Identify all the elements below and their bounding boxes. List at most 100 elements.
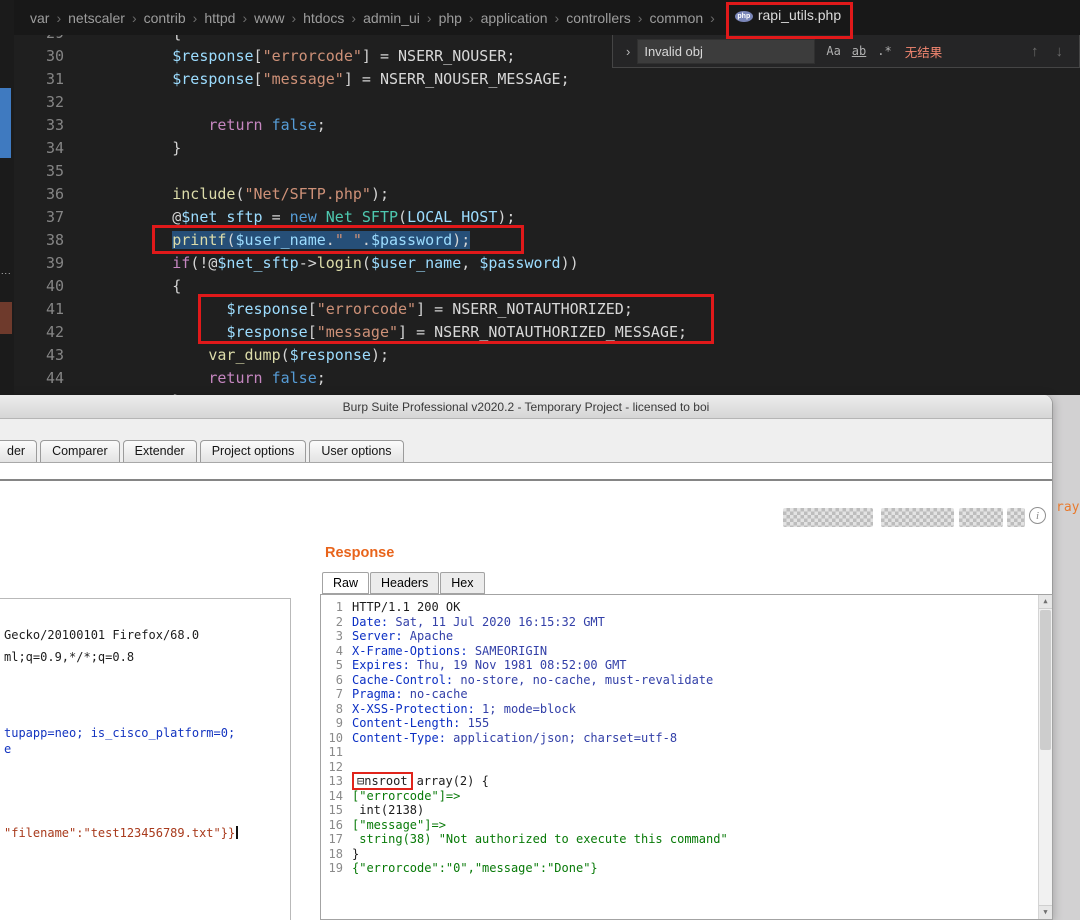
breadcrumb-item[interactable]: admin_ui [363, 10, 420, 26]
burp-tab-der[interactable]: der [0, 440, 37, 462]
find-result-count: 无结果 [905, 42, 943, 61]
find-input[interactable] [637, 39, 815, 64]
code-text: $response["message"] = NSERR_NOTAUTHORIZ… [100, 321, 687, 344]
scrollbar-thumb[interactable] [1040, 610, 1051, 750]
line-number: 34 [14, 137, 64, 160]
code-line[interactable]: 41 $response["errorcode"] = NSERR_NOTAUT… [14, 298, 1080, 321]
response-subtabs: RawHeadersHex [322, 571, 486, 594]
response-line-text: ["message"]=> [352, 818, 446, 833]
breadcrumb-item[interactable]: var [30, 10, 49, 26]
code-text: } [100, 390, 181, 395]
response-subtab-raw[interactable]: Raw [322, 572, 369, 594]
response-line-number: 17 [321, 832, 343, 847]
code-line[interactable]: 38 printf($user_name." ".$password); [14, 229, 1080, 252]
burp-tab-project-options[interactable]: Project options [200, 440, 307, 462]
breadcrumb-item[interactable]: application [481, 10, 548, 26]
response-line-text: } [352, 847, 359, 862]
code-line[interactable]: 43 var_dump($response); [14, 344, 1080, 367]
response-line-text: {"errorcode":"0","message":"Done"} [352, 861, 598, 876]
burp-title-bar[interactable]: Burp Suite Professional v2020.2 - Tempor… [0, 395, 1052, 419]
response-line: 13 ⊟nsrootarray(2) { [321, 774, 1052, 789]
code-line[interactable]: 40 { [14, 275, 1080, 298]
code-text: printf($user_name." ".$password); [100, 229, 470, 252]
burp-window: Burp Suite Professional v2020.2 - Tempor… [0, 395, 1053, 920]
request-editor[interactable]: Gecko/20100101 Firefox/68.0 ml;q=0.9,*/*… [0, 598, 291, 920]
burp-tab-extender[interactable]: Extender [123, 440, 197, 462]
response-subtab-hex[interactable]: Hex [440, 572, 484, 594]
breadcrumb-item[interactable]: htdocs [303, 10, 344, 26]
code-editor: 29 {30 $response["errorcode"] = NSERR_NO… [0, 0, 1080, 395]
response-line-number: 16 [321, 818, 343, 833]
code-line[interactable]: 42 $response["message"] = NSERR_NOTAUTHO… [14, 321, 1080, 344]
find-replace-toggle-icon[interactable]: › [619, 44, 637, 59]
response-line-text: Content-Type: application/json; charset=… [352, 731, 677, 746]
response-line-number: 1 [321, 600, 343, 615]
response-line-number: 2 [321, 615, 343, 630]
burp-title-text: Burp Suite Professional v2020.2 - Tempor… [343, 400, 710, 414]
code-line[interactable]: 37 @$net_sftp = new Net_SFTP(LOCAL_HOST)… [14, 206, 1080, 229]
response-line-text: Pragma: no-cache [352, 687, 468, 702]
background-text-fragment: ray [1056, 500, 1079, 515]
response-scrollbar[interactable]: ▲ ▼ [1038, 595, 1052, 919]
code-line[interactable]: 34 } [14, 137, 1080, 160]
response-line-number: 13 [321, 774, 343, 789]
response-line-text: Expires: Thu, 19 Nov 1981 08:52:00 GMT [352, 658, 627, 673]
burp-tab-comparer[interactable]: Comparer [40, 440, 120, 462]
overflow-dots-icon: ... [1, 266, 12, 276]
breadcrumb-file[interactable]: rapi_utils.php [758, 7, 841, 23]
code-line[interactable]: 35 [14, 160, 1080, 183]
response-line-text: string(38) "Not authorized to execute th… [352, 832, 728, 847]
response-line-text: Date: Sat, 11 Jul 2020 16:15:32 GMT [352, 615, 605, 630]
response-line-number: 9 [321, 716, 343, 731]
regex-icon[interactable]: .* [877, 44, 891, 58]
response-viewer[interactable]: 1HTTP/1.1 200 OK2 Date: Sat, 11 Jul 2020 … [320, 594, 1053, 920]
find-previous-icon[interactable]: ↑ [1031, 43, 1039, 60]
response-line-number: 12 [321, 760, 343, 775]
response-line-number: 11 [321, 745, 343, 760]
response-subtab-headers[interactable]: Headers [370, 572, 439, 594]
response-line: 1HTTP/1.1 200 OK [321, 600, 1052, 615]
code-line[interactable]: 31 $response["message"] = NSERR_NOUSER_M… [14, 68, 1080, 91]
response-line-number: 15 [321, 803, 343, 818]
scroll-up-icon[interactable]: ▲ [1039, 595, 1052, 609]
breadcrumb-separator-icon: › [56, 10, 61, 26]
response-line: 3Server: Apache [321, 629, 1052, 644]
burp-suite-region: Burp Suite Professional v2020.2 - Tempor… [0, 395, 1080, 920]
breadcrumb-item[interactable]: controllers [566, 10, 631, 26]
line-number: 35 [14, 160, 64, 183]
code-line[interactable]: 45 } [14, 390, 1080, 395]
breadcrumb-item[interactable]: php [439, 10, 462, 26]
response-lines: 1HTTP/1.1 200 OK2 Date: Sat, 11 Jul 2020 … [321, 600, 1052, 876]
response-line-text: ["errorcode"]=> [352, 789, 460, 804]
info-icon[interactable]: i [1029, 507, 1046, 524]
line-number: 33 [14, 114, 64, 137]
response-line-text: Content-Length: 155 [352, 716, 489, 731]
whole-word-icon[interactable]: ab [852, 44, 866, 58]
scroll-down-icon[interactable]: ▼ [1039, 905, 1052, 919]
code-line[interactable]: 44 return false; [14, 367, 1080, 390]
find-next-icon[interactable]: ↓ [1056, 43, 1064, 60]
code-line[interactable]: 36 include("Net/SFTP.php"); [14, 183, 1080, 206]
code-line[interactable]: 33 return false; [14, 114, 1080, 137]
breadcrumb-separator-icon: › [351, 10, 356, 26]
response-line-number: 6 [321, 673, 343, 688]
breadcrumb-separator-icon: › [469, 10, 474, 26]
burp-tab-user-options[interactable]: User options [309, 440, 403, 462]
response-line-text: int(2138) [352, 803, 424, 818]
burp-menu-band [0, 419, 1052, 440]
breadcrumb-item[interactable]: contrib [144, 10, 186, 26]
selection-highlight: printf($user_name." ".$password); [172, 231, 470, 249]
match-case-icon[interactable]: Aa [826, 44, 840, 58]
response-line: 15 int(2138) [321, 803, 1052, 818]
code-line[interactable]: 39 if(!@$net_sftp->login($user_name, $pa… [14, 252, 1080, 275]
line-number: 42 [14, 321, 64, 344]
breadcrumb-item[interactable]: netscaler [68, 10, 125, 26]
breadcrumb-item[interactable]: httpd [204, 10, 235, 26]
request-body-text: "filename":"test123456789.txt"}} [4, 826, 238, 840]
response-line: 19{"errorcode":"0","message":"Done"} [321, 861, 1052, 876]
response-line-text: ⊟nsrootarray(2) { [352, 774, 489, 789]
breadcrumb-item[interactable]: www [254, 10, 284, 26]
censored-block [959, 508, 1003, 527]
breadcrumb-item[interactable]: common [649, 10, 703, 26]
code-line[interactable]: 32 [14, 91, 1080, 114]
